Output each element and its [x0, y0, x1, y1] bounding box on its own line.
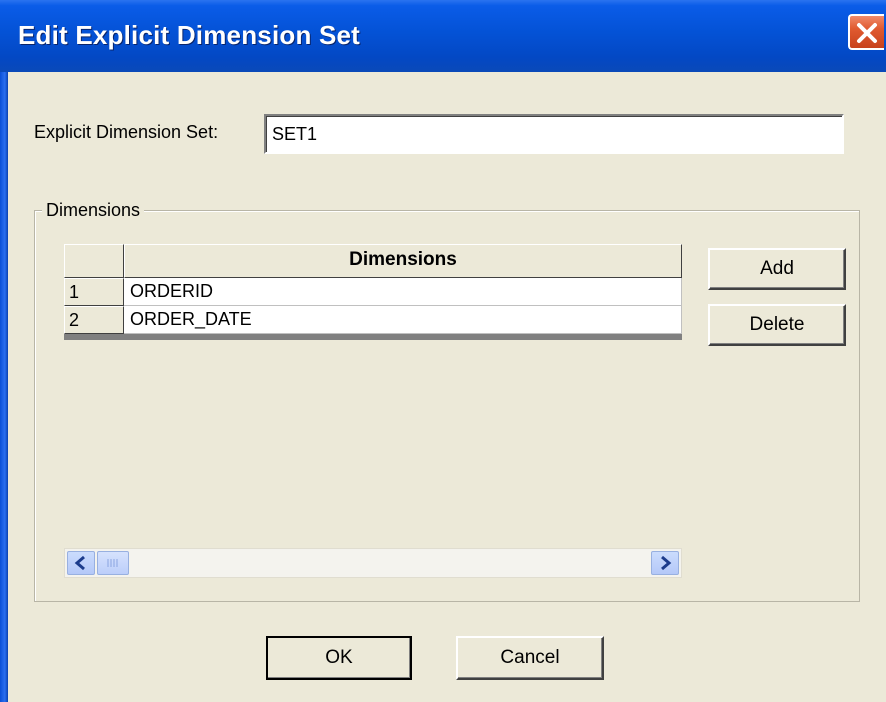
- close-icon: [857, 23, 877, 43]
- chevron-left-icon: [74, 555, 85, 571]
- window-title: Edit Explicit Dimension Set: [18, 20, 361, 50]
- add-button[interactable]: Add: [708, 248, 846, 290]
- dimensions-group-label: Dimensions: [42, 200, 145, 221]
- row-header[interactable]: 1: [64, 278, 124, 306]
- ok-button[interactable]: OK: [266, 636, 412, 680]
- row-header[interactable]: 2: [64, 306, 124, 334]
- delete-button[interactable]: Delete: [708, 304, 846, 346]
- grid-empty-area: [64, 340, 682, 548]
- table-cell[interactable]: ORDERID: [124, 278, 682, 306]
- set-label: Explicit Dimension Set:: [34, 122, 219, 142]
- dimensions-column-header[interactable]: Dimensions: [124, 244, 682, 278]
- scroll-thumb[interactable]: [97, 551, 129, 575]
- title-bar[interactable]: Edit Explicit Dimension Set: [0, 0, 886, 72]
- chevron-right-icon: [661, 555, 672, 571]
- close-button[interactable]: [848, 14, 884, 50]
- grid-corner-header[interactable]: [64, 244, 124, 278]
- cancel-button[interactable]: Cancel: [456, 636, 604, 680]
- scroll-left-button[interactable]: [67, 551, 95, 575]
- explicit-dimension-set-input[interactable]: SET1: [264, 114, 844, 154]
- grip-icon: [107, 559, 118, 567]
- table-cell[interactable]: ORDER_DATE: [124, 306, 682, 334]
- window-frame: [0, 72, 8, 702]
- scroll-right-button[interactable]: [651, 551, 679, 575]
- horizontal-scrollbar[interactable]: [64, 548, 682, 578]
